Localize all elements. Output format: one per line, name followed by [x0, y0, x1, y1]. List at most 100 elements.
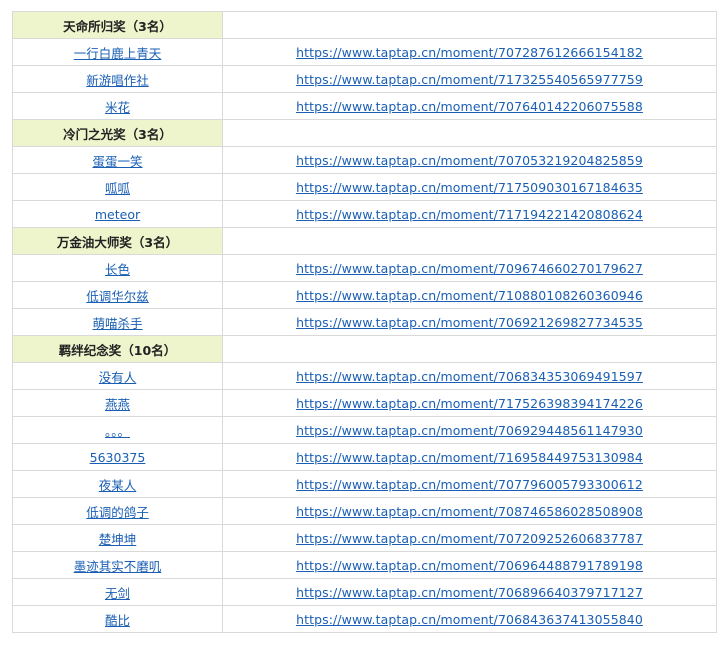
- table-row: 。。。 https://www.taptap.cn/moment/70692944…: [12, 416, 717, 444]
- moment-link-cell: https://www.taptap.cn/moment/70692944856…: [222, 416, 717, 444]
- section-header-empty-cell: [222, 11, 717, 39]
- table-row: 燕燕 https://www.taptap.cn/moment/717526398…: [12, 389, 717, 417]
- moment-link-cell: https://www.taptap.cn/moment/70683435306…: [222, 362, 717, 390]
- award-category-title: 万金油大师奖（3名）: [12, 227, 223, 255]
- table-row: 低调华尔兹 https://www.taptap.cn/moment/710880…: [12, 281, 717, 309]
- winner-name-cell: 低调华尔兹: [12, 281, 223, 309]
- table-row: meteor https://www.taptap.cn/moment/71719…: [12, 200, 717, 228]
- winner-name-link[interactable]: 。。。: [105, 424, 130, 439]
- award-table-body: 天命所归奖（3名） 一行白鹿上青天 https://www.taptap.cn/mo…: [12, 11, 717, 633]
- section-header-empty-cell: [222, 119, 717, 147]
- winner-name-link[interactable]: 呱呱: [105, 181, 130, 196]
- moment-link-cell: https://www.taptap.cn/moment/70705321920…: [222, 146, 717, 174]
- winner-name-cell: 墨迹其实不磨叽: [12, 551, 223, 579]
- moment-link-cell: https://www.taptap.cn/moment/70874658602…: [222, 497, 717, 525]
- moment-link-cell: https://www.taptap.cn/moment/70689664037…: [222, 578, 717, 606]
- moment-url-link[interactable]: https://www.taptap.cn/moment/70705321920…: [296, 153, 643, 168]
- winner-name-cell: 长色: [12, 254, 223, 282]
- moment-link-cell: https://www.taptap.cn/moment/70967466027…: [222, 254, 717, 282]
- award-category-title: 冷门之光奖（3名）: [12, 119, 223, 147]
- table-row: 一行白鹿上青天 https://www.taptap.cn/moment/7072…: [12, 38, 717, 66]
- moment-link-cell: https://www.taptap.cn/moment/70779600579…: [222, 470, 717, 498]
- award-section-header: 冷门之光奖（3名）: [12, 119, 717, 147]
- award-winners-table: 天命所归奖（3名） 一行白鹿上青天 https://www.taptap.cn/mo…: [12, 11, 717, 633]
- winner-name-link[interactable]: 低调的鸽子: [86, 505, 149, 520]
- winner-name-link[interactable]: meteor: [95, 207, 140, 222]
- section-header-empty-cell: [222, 335, 717, 363]
- winner-name-link[interactable]: 酷比: [105, 613, 130, 628]
- moment-url-link[interactable]: https://www.taptap.cn/moment/70874658602…: [296, 504, 643, 519]
- winner-name-cell: 呱呱: [12, 173, 223, 201]
- moment-url-link[interactable]: https://www.taptap.cn/moment/70692944856…: [296, 423, 643, 438]
- moment-link-cell: https://www.taptap.cn/moment/71695844975…: [222, 443, 717, 471]
- winner-name-link[interactable]: 米花: [105, 100, 130, 115]
- moment-url-link[interactable]: https://www.taptap.cn/moment/71750903016…: [296, 180, 643, 195]
- moment-url-link[interactable]: https://www.taptap.cn/moment/70696448879…: [296, 558, 643, 573]
- award-category-title: 羁绊纪念奖（10名）: [12, 335, 223, 363]
- table-row: 酷比 https://www.taptap.cn/moment/706843637…: [12, 605, 717, 633]
- moment-url-link[interactable]: https://www.taptap.cn/moment/70683435306…: [296, 369, 643, 384]
- winner-name-link[interactable]: 一行白鹿上青天: [74, 46, 162, 61]
- award-section-header: 天命所归奖（3名）: [12, 11, 717, 39]
- moment-link-cell: https://www.taptap.cn/moment/70764014220…: [222, 92, 717, 120]
- moment-link-cell: https://www.taptap.cn/moment/70728761266…: [222, 38, 717, 66]
- winner-name-cell: 一行白鹿上青天: [12, 38, 223, 66]
- table-row: 新游唱作社 https://www.taptap.cn/moment/717325…: [12, 65, 717, 93]
- section-header-empty-cell: [222, 227, 717, 255]
- winner-name-link[interactable]: 墨迹其实不磨叽: [74, 559, 162, 574]
- winner-name-link[interactable]: 楚坤坤: [99, 532, 137, 547]
- award-section-header: 羁绊纪念奖（10名）: [12, 335, 717, 363]
- moment-link-cell: https://www.taptap.cn/moment/71752639839…: [222, 389, 717, 417]
- moment-link-cell: https://www.taptap.cn/moment/70684363741…: [222, 605, 717, 633]
- moment-url-link[interactable]: https://www.taptap.cn/moment/70720925260…: [296, 531, 643, 546]
- winner-name-cell: 5630375: [12, 443, 223, 471]
- table-row: 楚坤坤 https://www.taptap.cn/moment/70720925…: [12, 524, 717, 552]
- winner-name-link[interactable]: 长色: [105, 262, 130, 277]
- winner-name-cell: 夜某人: [12, 470, 223, 498]
- winner-name-cell: 酷比: [12, 605, 223, 633]
- winner-name-cell: 。。。: [12, 416, 223, 444]
- winner-name-link[interactable]: 新游唱作社: [86, 73, 149, 88]
- moment-link-cell: https://www.taptap.cn/moment/71732554056…: [222, 65, 717, 93]
- moment-url-link[interactable]: https://www.taptap.cn/moment/71752639839…: [296, 396, 643, 411]
- winner-name-cell: 米花: [12, 92, 223, 120]
- moment-url-link[interactable]: https://www.taptap.cn/moment/71695844975…: [296, 450, 643, 465]
- table-row: 低调的鸽子 https://www.taptap.cn/moment/708746…: [12, 497, 717, 525]
- winner-name-cell: 萌喵杀手: [12, 308, 223, 336]
- moment-link-cell: https://www.taptap.cn/moment/70720925260…: [222, 524, 717, 552]
- table-row: 米花 https://www.taptap.cn/moment/707640142…: [12, 92, 717, 120]
- moment-link-cell: https://www.taptap.cn/moment/70692126982…: [222, 308, 717, 336]
- winner-name-link[interactable]: 夜某人: [99, 478, 137, 493]
- winner-name-link[interactable]: 萌喵杀手: [92, 316, 142, 331]
- moment-url-link[interactable]: https://www.taptap.cn/moment/70692126982…: [296, 315, 643, 330]
- table-row: 无剑 https://www.taptap.cn/moment/706896640…: [12, 578, 717, 606]
- moment-url-link[interactable]: https://www.taptap.cn/moment/70764014220…: [296, 99, 643, 114]
- winner-name-link[interactable]: 5630375: [90, 450, 146, 465]
- table-row: 5630375 https://www.taptap.cn/moment/7169…: [12, 443, 717, 471]
- moment-url-link[interactable]: https://www.taptap.cn/moment/71088010826…: [296, 288, 643, 303]
- moment-url-link[interactable]: https://www.taptap.cn/moment/70689664037…: [296, 585, 643, 600]
- moment-url-link[interactable]: https://www.taptap.cn/moment/70779600579…: [296, 477, 643, 492]
- moment-url-link[interactable]: https://www.taptap.cn/moment/71719422142…: [296, 207, 643, 222]
- moment-link-cell: https://www.taptap.cn/moment/71750903016…: [222, 173, 717, 201]
- winner-name-link[interactable]: 没有人: [99, 370, 137, 385]
- winner-name-link[interactable]: 蛋蛋一笑: [92, 154, 142, 169]
- award-section-header: 万金油大师奖（3名）: [12, 227, 717, 255]
- moment-url-link[interactable]: https://www.taptap.cn/moment/70684363741…: [296, 612, 643, 627]
- moment-link-cell: https://www.taptap.cn/moment/71719422142…: [222, 200, 717, 228]
- table-row: 没有人 https://www.taptap.cn/moment/70683435…: [12, 362, 717, 390]
- table-row: 呱呱 https://www.taptap.cn/moment/717509030…: [12, 173, 717, 201]
- moment-link-cell: https://www.taptap.cn/moment/71088010826…: [222, 281, 717, 309]
- winner-name-cell: 蛋蛋一笑: [12, 146, 223, 174]
- winner-name-link[interactable]: 燕燕: [105, 397, 130, 412]
- moment-link-cell: https://www.taptap.cn/moment/70696448879…: [222, 551, 717, 579]
- award-category-title: 天命所归奖（3名）: [12, 11, 223, 39]
- winner-name-cell: 没有人: [12, 362, 223, 390]
- winner-name-link[interactable]: 低调华尔兹: [86, 289, 149, 304]
- moment-url-link[interactable]: https://www.taptap.cn/moment/70728761266…: [296, 45, 643, 60]
- winner-name-link[interactable]: 无剑: [105, 586, 130, 601]
- table-row: 墨迹其实不磨叽 https://www.taptap.cn/moment/7069…: [12, 551, 717, 579]
- moment-url-link[interactable]: https://www.taptap.cn/moment/71732554056…: [296, 72, 643, 87]
- moment-url-link[interactable]: https://www.taptap.cn/moment/70967466027…: [296, 261, 643, 276]
- winner-name-cell: 燕燕: [12, 389, 223, 417]
